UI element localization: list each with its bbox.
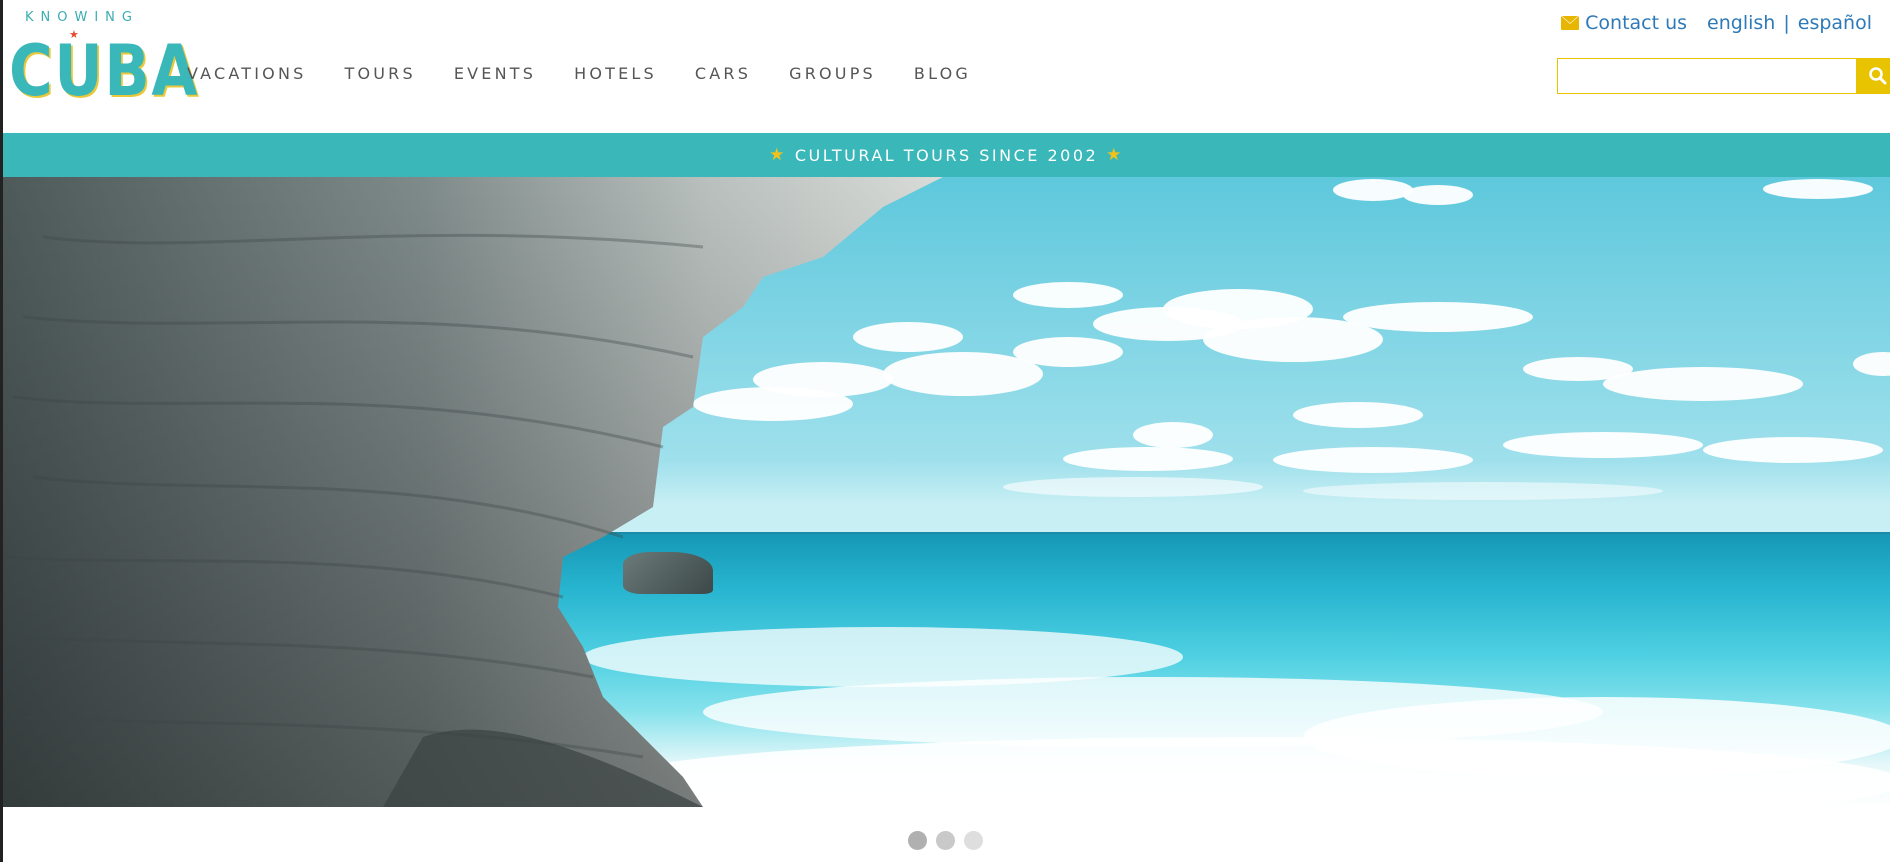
nav-item-vacations[interactable]: VACATIONS xyxy=(187,64,306,83)
star-icon: ★ xyxy=(769,145,787,165)
cloud xyxy=(1603,367,1803,401)
lang-english-link[interactable]: english xyxy=(1707,12,1775,34)
cloud xyxy=(1703,437,1883,463)
cloud xyxy=(1763,179,1873,199)
cloud xyxy=(1013,282,1123,308)
rock-cliff xyxy=(3,177,943,807)
cloud xyxy=(1503,432,1703,458)
cloud xyxy=(1343,302,1533,332)
cloud xyxy=(1003,477,1263,497)
contact-us-link[interactable]: Contact us xyxy=(1585,12,1687,34)
cloud xyxy=(1273,447,1473,473)
carousel-dot-3[interactable] xyxy=(964,831,983,850)
site-logo[interactable]: KNOWING ★ CUBA xyxy=(7,8,197,108)
search-input[interactable] xyxy=(1557,58,1857,94)
magnifier-icon xyxy=(1869,67,1887,85)
carousel-dot-2[interactable] xyxy=(936,831,955,850)
cloud xyxy=(1333,179,1413,201)
envelope-icon xyxy=(1561,16,1580,30)
site-header: KNOWING ★ CUBA VACATIONS TOURS EVENTS HO… xyxy=(3,0,1890,133)
search-button[interactable] xyxy=(1857,58,1890,94)
star-icon: ★ xyxy=(1106,145,1124,165)
nav-item-hotels[interactable]: HOTELS xyxy=(574,64,657,83)
logo-main-text: CUBA xyxy=(9,30,200,112)
nav-item-events[interactable]: EVENTS xyxy=(454,64,536,83)
nav-item-tours[interactable]: TOURS xyxy=(344,64,415,83)
lang-separator: | xyxy=(1783,12,1790,34)
tagline-banner: ★ CULTURAL TOURS SINCE 2002 ★ xyxy=(3,133,1890,177)
cloud xyxy=(1853,352,1890,376)
carousel-dots xyxy=(908,831,983,850)
cloud xyxy=(1133,422,1213,448)
nav-item-blog[interactable]: BLOG xyxy=(914,64,971,83)
logo-top-text: KNOWING xyxy=(25,10,139,25)
main-nav: VACATIONS TOURS EVENTS HOTELS CARS GROUP… xyxy=(187,64,1009,83)
cloud xyxy=(1063,447,1233,471)
nav-item-groups[interactable]: GROUPS xyxy=(789,64,876,83)
nav-item-cars[interactable]: CARS xyxy=(695,64,751,83)
lang-espanol-link[interactable]: español xyxy=(1798,12,1872,34)
page: KNOWING ★ CUBA VACATIONS TOURS EVENTS HO… xyxy=(0,0,1890,862)
cloud xyxy=(1293,402,1423,428)
top-links: Contact us english | español xyxy=(1561,12,1872,34)
cloud xyxy=(1303,482,1663,500)
hero-slide-image xyxy=(3,177,1890,807)
banner-text: CULTURAL TOURS SINCE 2002 xyxy=(794,145,1099,165)
carousel-dot-1[interactable] xyxy=(908,831,927,850)
cloud xyxy=(1403,185,1473,205)
